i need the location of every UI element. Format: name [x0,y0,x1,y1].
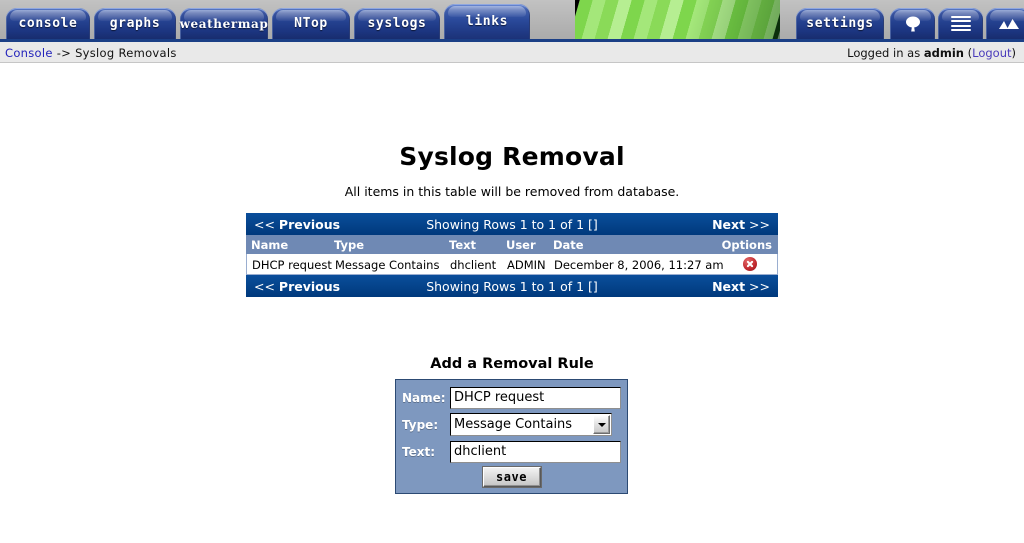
next-button-top[interactable]: Next >> [712,217,770,232]
cell-text: dhclient [450,258,497,272]
tab-links-label: links [465,14,509,29]
add-removal-rule-form: Name: DHCP request Type: Message Contain… [395,379,628,494]
save-button[interactable]: save [482,467,541,487]
tab-ntop-label: NTop [294,16,328,31]
breadcrumb: Console -> Syslog Removals [5,46,177,60]
tab-maps[interactable] [986,8,1024,39]
name-input[interactable]: DHCP request [450,386,621,409]
next-label-bottom: Next [712,278,746,294]
login-status: Logged in as admin (Logout) [847,46,1016,60]
tab-weathermap-label: weathermap [179,16,269,31]
text-label: Text: [402,444,436,459]
form-row-save: save [402,467,621,487]
type-select[interactable]: Message Contains [450,413,612,436]
tab-links[interactable]: links [444,4,530,39]
name-label: Name: [402,390,446,405]
next-label-top: Next [712,216,746,232]
column-header-type: Type [334,237,365,252]
breadcrumb-current: Syslog Removals [75,46,177,60]
delete-icon[interactable] [743,257,757,271]
previous-button-top[interactable]: << Previous [254,217,340,232]
cell-type: Message Contains [335,258,440,272]
tab-console[interactable]: console [6,8,90,39]
tab-settings-label: settings [806,16,874,31]
green-stripes-banner [575,0,780,39]
tab-weather[interactable] [890,8,935,39]
previous-chevrons-top: << [254,216,279,232]
page-body: Syslog Removal All items in this table w… [0,63,1024,543]
cell-user: ADMIN [507,258,546,272]
chevron-down-icon[interactable] [593,415,610,434]
tab-console-label: console [18,16,78,31]
tab-syslogs[interactable]: syslogs [354,8,440,39]
list-lines-icon [950,13,971,34]
column-header-name: Name [251,237,289,252]
tab-ntop[interactable]: NTop [272,8,350,39]
tab-graphs-label: graphs [109,16,161,31]
previous-label-bottom: Previous [278,278,341,294]
login-prefix: Logged in as [847,46,924,60]
breadcrumb-link-console[interactable]: Console [5,46,53,60]
form-title: Add a Removal Rule [430,356,594,372]
form-row-name: Name: DHCP request [402,385,621,410]
column-header-options: Options [721,237,772,252]
next-chevrons-bottom: >> [745,278,770,294]
logout-paren-close: ) [1011,46,1017,60]
type-select-value: Message Contains [454,417,573,432]
previous-chevrons-bottom: << [254,278,279,294]
form-row-text: Text: dhclient [402,439,621,464]
cell-date: December 8, 2006, 11:27 am [554,258,724,272]
breadcrumb-separator: -> [52,46,76,60]
tree-icon [905,16,920,31]
next-chevrons-top: >> [745,216,770,232]
tab-graphs[interactable]: graphs [94,8,176,39]
column-header-user: User [506,237,536,252]
tab-syslogs-label: syslogs [367,16,427,31]
table-nav-top: << Previous Showing Rows 1 to 1 of 1 [] … [246,213,778,235]
form-row-type: Type: Message Contains [402,412,621,437]
logout-paren-open: ( [963,46,973,60]
column-header-text: Text [449,237,477,252]
type-label: Type: [402,417,439,432]
table-row: DHCP request Message Contains dhclient A… [246,254,778,275]
page-title: Syslog Removal [399,142,625,171]
logout-link[interactable]: Logout [972,46,1011,60]
breadcrumb-bar: Console -> Syslog Removals Logged in as … [0,42,1024,63]
previous-label-top: Previous [278,216,341,232]
page-subtitle: All items in this table will be removed … [344,184,680,199]
next-button-bottom[interactable]: Next >> [712,279,770,294]
previous-button-bottom[interactable]: << Previous [254,279,340,294]
mountains-icon [998,18,1019,29]
cell-name: DHCP request [252,258,332,272]
text-input[interactable]: dhclient [450,440,621,463]
table-header-row: Name Type Text User Date Options [246,235,778,254]
tab-settings[interactable]: settings [796,8,884,39]
table-nav-bottom: << Previous Showing Rows 1 to 1 of 1 [] … [246,275,778,297]
tab-weathermap[interactable]: weathermap [180,8,268,39]
login-username: admin [923,46,964,60]
removals-table: << Previous Showing Rows 1 to 1 of 1 [] … [246,213,778,297]
tab-list[interactable] [938,8,983,39]
column-header-date: Date [553,237,584,252]
app-header: console graphs weathermap NTop syslogs l… [0,0,1024,42]
